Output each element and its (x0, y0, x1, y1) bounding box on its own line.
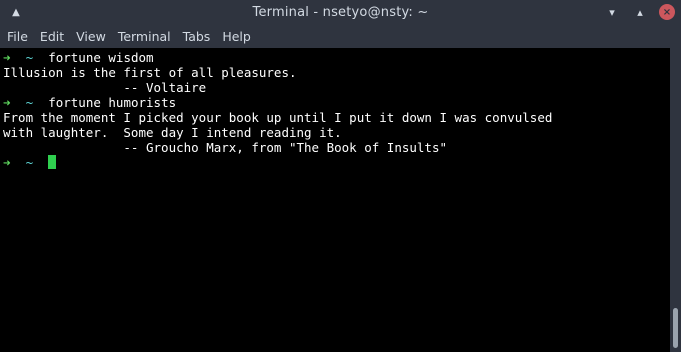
prompt-arrow-icon: ➜ (3, 95, 11, 110)
menu-tabs[interactable]: Tabs (176, 29, 216, 44)
command-text: fortune wisdom (48, 50, 154, 65)
terminal-output[interactable]: ➜ ~ fortune wisdom Illusion is the first … (0, 48, 673, 352)
menu-help[interactable]: Help (215, 29, 256, 44)
output-line: Illusion is the first of all pleasures. (3, 65, 297, 80)
output-line: with laughter. Some day I intend reading… (3, 125, 342, 140)
prompt-directory: ~ (25, 95, 34, 110)
menu-view[interactable]: View (69, 29, 111, 44)
menu-edit[interactable]: Edit (33, 29, 69, 44)
output-line: From the moment I picked your book up un… (3, 110, 553, 125)
prompt-directory: ~ (25, 50, 34, 65)
menu-terminal[interactable]: Terminal (111, 29, 176, 44)
window-title: Terminal - nsetyo@nsty: ~ (252, 5, 429, 20)
menu-bar: File Edit View Terminal Tabs Help (0, 25, 681, 48)
scrollbar-thumb[interactable] (673, 308, 678, 348)
title-bar[interactable]: ▲ Terminal - nsetyo@nsty: ~ ▾ ▴ × (0, 0, 681, 25)
terminal-window: ▲ Terminal - nsetyo@nsty: ~ ▾ ▴ × File E… (0, 0, 681, 352)
prompt-arrow-icon: ➜ (3, 50, 11, 65)
scrollbar[interactable] (670, 48, 681, 352)
output-line: -- Voltaire (3, 80, 207, 95)
menu-file[interactable]: File (0, 29, 33, 44)
window-controls: ▾ ▴ × (603, 3, 675, 21)
window-menu-icon[interactable]: ▲ (8, 4, 24, 20)
prompt-line: ➜ ~ fortune wisdom (3, 50, 673, 65)
close-icon[interactable]: × (659, 4, 675, 20)
command-text: fortune humorists (48, 95, 177, 110)
prompt-directory: ~ (25, 155, 34, 170)
prompt-line: ➜ ~ (3, 155, 673, 170)
minimize-icon[interactable]: ▾ (603, 3, 621, 21)
text-cursor (48, 155, 57, 169)
output-line: -- Groucho Marx, from "The Book of Insul… (3, 140, 448, 155)
prompt-arrow-icon: ➜ (3, 155, 11, 170)
prompt-line: ➜ ~ fortune humorists (3, 95, 673, 110)
maximize-icon[interactable]: ▴ (631, 3, 649, 21)
